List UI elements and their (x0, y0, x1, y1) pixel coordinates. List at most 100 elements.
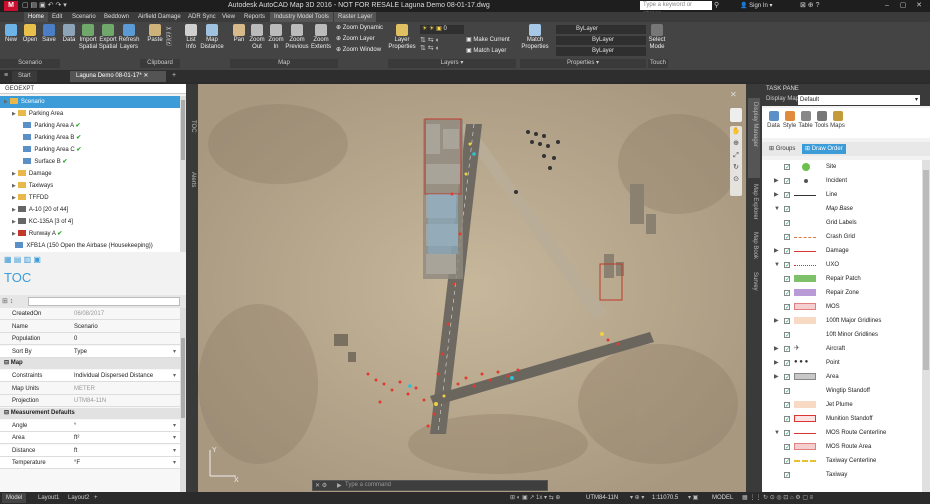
select-mode-button[interactable]: Select Mode (648, 24, 666, 54)
expand-arrow-icon[interactable]: ▶ (774, 370, 779, 384)
layer-row[interactable]: ▼ Map Base (762, 202, 922, 217)
layer-row[interactable]: Taxiway Centerline (762, 454, 922, 469)
app-logo[interactable]: M (4, 1, 18, 11)
tree-item[interactable]: Parking Area C ✔ (0, 144, 180, 156)
expand-arrow-icon[interactable]: ▶ (774, 174, 779, 188)
expand-arrow-icon[interactable]: ▶ (12, 207, 16, 213)
tab-layout1[interactable]: Layout1 (34, 493, 63, 503)
zoom-extents-button[interactable]: Zoom Extents (309, 24, 333, 54)
layer-visibility-checkbox[interactable] (784, 217, 790, 231)
layer-row[interactable]: Crash Grid (762, 230, 922, 245)
layer-row[interactable]: MOS (762, 300, 922, 315)
property-row[interactable]: Area ft² ▾ (0, 432, 180, 444)
property-value[interactable]: ° (74, 420, 76, 432)
chevron-down-icon[interactable]: ▾ (173, 346, 176, 358)
expand-arrow-icon[interactable]: ▶ (12, 219, 16, 225)
layer-visibility-checkbox[interactable] (784, 455, 790, 469)
display-map-dropdown[interactable]: Default ▾ (798, 95, 920, 105)
tab-model[interactable]: Model (2, 493, 27, 503)
collapse-icon[interactable]: ⊟ (4, 360, 11, 366)
layer-row[interactable]: Site (762, 160, 922, 175)
layer-visibility-checkbox[interactable] (784, 273, 790, 287)
clipboard-small-icons[interactable]: ✂ ⎘ ⎘ (166, 26, 178, 47)
tab-airfield-damage[interactable]: Airfield Damage (134, 12, 185, 22)
property-row[interactable]: Distance ft ▾ (0, 444, 180, 457)
layer-visibility-checkbox[interactable] (784, 371, 790, 385)
make-current-button[interactable]: ▣ Make Current (466, 36, 510, 45)
expand-arrow-icon[interactable]: ▶ (12, 231, 16, 237)
save-button[interactable]: Save (40, 24, 58, 54)
linetype-dropdown[interactable]: ByLayer (556, 47, 646, 56)
property-value[interactable]: 0 (74, 333, 77, 345)
expand-arrow-icon[interactable]: ▶ (4, 99, 8, 105)
property-row[interactable]: Constraints Individual Dispersed Distance… (0, 370, 180, 382)
property-value[interactable]: Type (74, 346, 87, 358)
map-distance-button[interactable]: Map Distance (200, 24, 224, 54)
layer-visibility-checkbox[interactable] (784, 441, 790, 455)
layer-row[interactable]: ▶ ✈ Aircraft (762, 342, 922, 357)
layer-row[interactable]: ▶ Incident (762, 174, 922, 189)
tab-home[interactable]: Home (24, 12, 49, 22)
search-input[interactable]: Type a keyword or phrase (640, 1, 712, 17)
expand-arrow-icon[interactable]: ▶ (774, 244, 779, 258)
tree-item[interactable]: ▶ Scenario (0, 96, 180, 108)
tree-item[interactable]: ▶ Runway A ✔ (0, 228, 180, 240)
new-tab-icon[interactable]: + (172, 72, 176, 79)
side-tab-toc[interactable]: TOC (190, 120, 196, 133)
layer-visibility-checkbox[interactable] (784, 301, 790, 315)
command-close-icon[interactable]: ✕ ⚙ (315, 482, 327, 489)
property-value[interactable]: 06/08/2017 (74, 308, 104, 320)
close-tab-icon[interactable]: ✕ (143, 73, 148, 79)
expand-arrow-icon[interactable] (20, 123, 21, 129)
measurement-section-header[interactable]: ⊟ Measurement Defaults (0, 407, 180, 419)
expand-arrow-icon[interactable]: ▼ (774, 258, 780, 272)
property-row[interactable]: CreatedOn 06/08/2017 (0, 308, 180, 320)
map-section-header[interactable]: ⊟ Map (0, 358, 180, 369)
tab-raster-layer[interactable]: Raster Layer (334, 12, 377, 22)
tree-item[interactable]: Surface B ✔ (0, 156, 180, 168)
match-layer-button[interactable]: ▣ Match Layer (466, 47, 506, 56)
import-spatial-button[interactable]: Import Spatial (78, 24, 98, 54)
add-layout-icon[interactable]: + (94, 493, 98, 503)
property-value[interactable]: METER (74, 383, 95, 395)
zoom-previous-button[interactable]: Zoom Previous (285, 24, 309, 54)
coords-dropdown-icon[interactable]: ▾ ⊕ ▾ (630, 493, 644, 503)
list-info-button[interactable]: List Info (182, 24, 200, 54)
expand-arrow-icon[interactable] (12, 243, 13, 249)
layer-visibility-checkbox[interactable] (784, 161, 790, 175)
property-row[interactable]: Name Scenario (0, 321, 180, 333)
zoom-window-button[interactable]: ⊕ Zoom Window (336, 46, 381, 55)
layer-visibility-checkbox[interactable] (784, 357, 790, 371)
sort-icons[interactable]: ⊞ ↕ (2, 297, 13, 305)
expand-arrow-icon[interactable]: ▶ (774, 342, 779, 356)
close-button[interactable]: ✕ (914, 1, 924, 10)
expand-arrow-icon[interactable] (20, 147, 21, 153)
command-line[interactable]: ✕ ⚙ ▶ Type a command (312, 480, 548, 491)
tab-layout2[interactable]: Layout2 (64, 493, 93, 503)
tab-adr-sync[interactable]: ADR Sync (184, 12, 220, 22)
expand-arrow-icon[interactable]: ▶ (774, 356, 779, 370)
layer-row[interactable]: ▶ Damage (762, 244, 922, 259)
viewcube-icon[interactable] (730, 108, 742, 122)
model-space-indicator[interactable]: MODEL (712, 493, 733, 503)
property-row[interactable]: Sort By Type ▾ (0, 345, 180, 358)
zoom-dynamic-button[interactable]: ⊕ Zoom Dynamic (336, 24, 383, 33)
maximize-button[interactable]: ▢ (898, 1, 908, 10)
layer-visibility-checkbox[interactable] (784, 385, 790, 399)
tree-item[interactable]: ▶ Taxiways (0, 180, 180, 192)
tree-item[interactable]: ▶ TFFDD (0, 192, 180, 204)
tab-view[interactable]: View (218, 12, 239, 22)
expand-arrow-icon[interactable]: ▶ (12, 195, 16, 201)
layer-visibility-checkbox[interactable] (784, 175, 790, 189)
chevron-down-icon[interactable]: ▾ (173, 445, 176, 457)
tree-item[interactable]: Parking Area A ✔ (0, 120, 180, 132)
expand-arrow-icon[interactable]: ▼ (774, 426, 780, 440)
layer-visibility-checkbox[interactable] (784, 287, 790, 301)
tree-item[interactable]: XFB1A (150 Open the Airbase (Housekeepin… (0, 240, 180, 252)
match-properties-button[interactable]: Match Properties (520, 24, 550, 54)
property-value[interactable]: UTM84-11N (74, 395, 106, 407)
tree-item[interactable]: ▶ KC-135A [3 of 4] (0, 216, 180, 228)
close-viewport-icon[interactable]: ✕ (730, 90, 742, 102)
map-scale[interactable]: 1:11070.5 (652, 493, 678, 503)
tree-item[interactable]: ▶ A-10 [20 of 44] (0, 204, 180, 216)
